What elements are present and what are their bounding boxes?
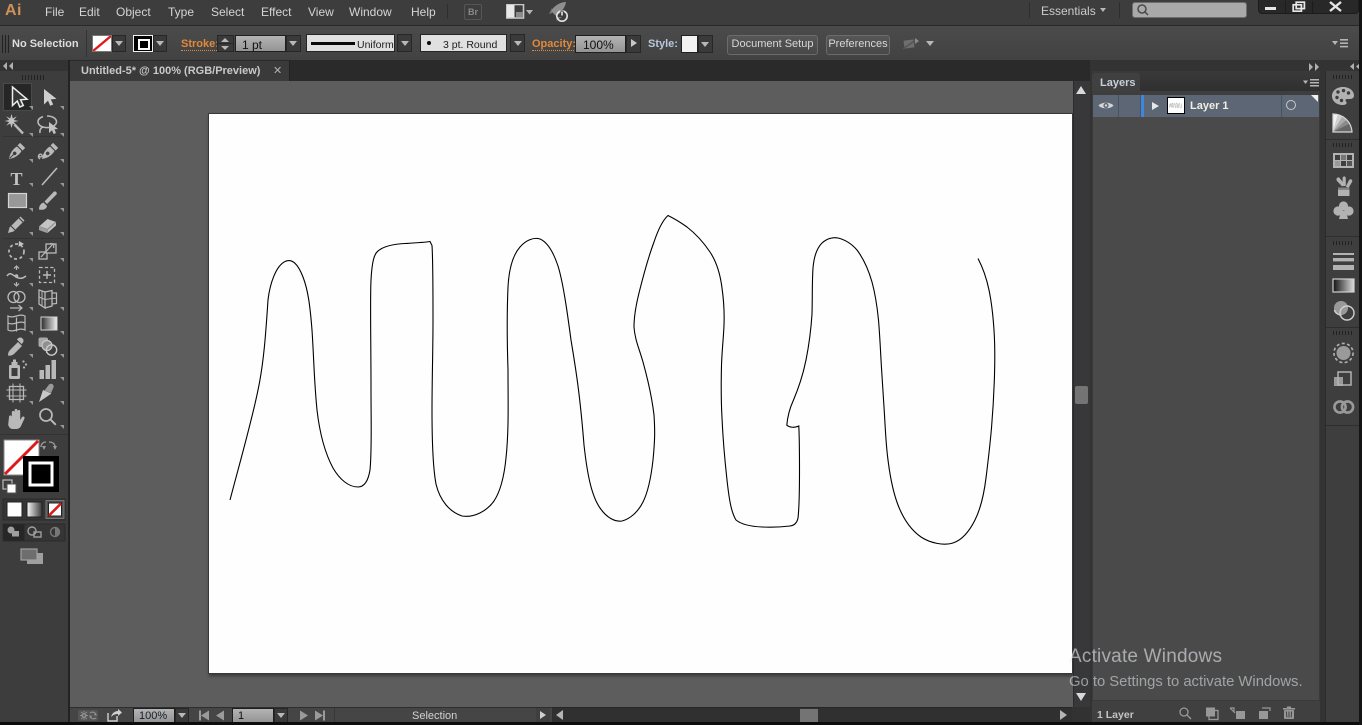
svg-text:T: T xyxy=(11,169,23,189)
